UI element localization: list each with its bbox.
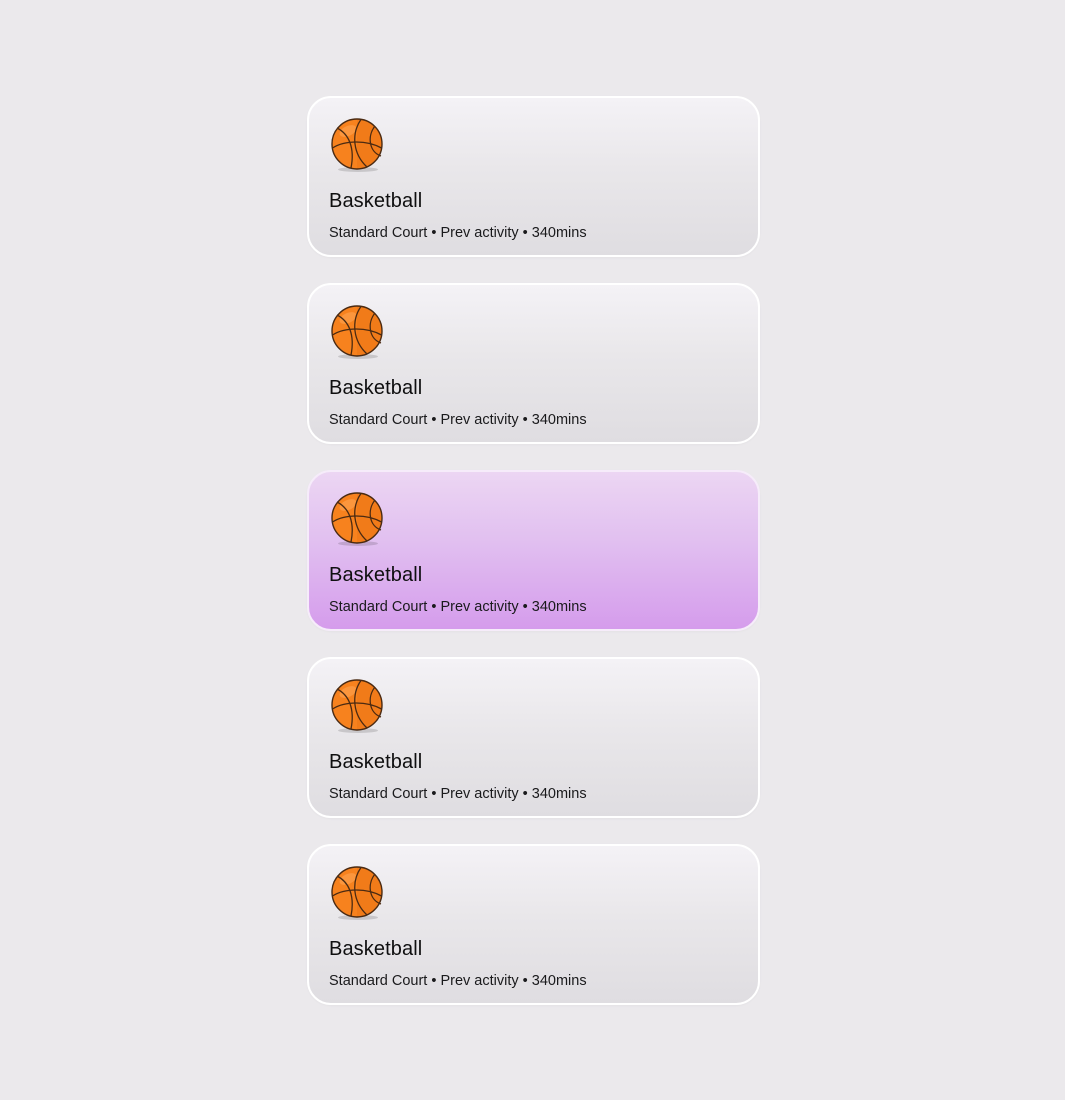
basketball-icon xyxy=(331,492,385,548)
activity-list: Basketball Standard Court • Prev activit… xyxy=(307,96,760,1031)
activity-title: Basketball xyxy=(329,938,423,960)
basketball-icon xyxy=(331,679,385,735)
activity-card[interactable]: Basketball Standard Court • Prev activit… xyxy=(307,657,760,818)
activity-meta: Standard Court • Prev activity • 340mins xyxy=(329,973,587,989)
activity-meta: Standard Court • Prev activity • 340mins xyxy=(329,225,587,241)
activity-title: Basketball xyxy=(329,377,423,399)
activity-card-selected[interactable]: Basketball Standard Court • Prev activit… xyxy=(307,470,760,631)
activity-card[interactable]: Basketball Standard Court • Prev activit… xyxy=(307,96,760,257)
activity-meta: Standard Court • Prev activity • 340mins xyxy=(329,599,587,615)
activity-meta: Standard Court • Prev activity • 340mins xyxy=(329,786,587,802)
activity-title: Basketball xyxy=(329,190,423,212)
activity-title: Basketball xyxy=(329,751,423,773)
basketball-icon xyxy=(331,305,385,361)
activity-card[interactable]: Basketball Standard Court • Prev activit… xyxy=(307,283,760,444)
activity-meta: Standard Court • Prev activity • 340mins xyxy=(329,412,587,428)
basketball-icon xyxy=(331,866,385,922)
activity-card[interactable]: Basketball Standard Court • Prev activit… xyxy=(307,844,760,1005)
activity-title: Basketball xyxy=(329,564,423,586)
basketball-icon xyxy=(331,118,385,174)
